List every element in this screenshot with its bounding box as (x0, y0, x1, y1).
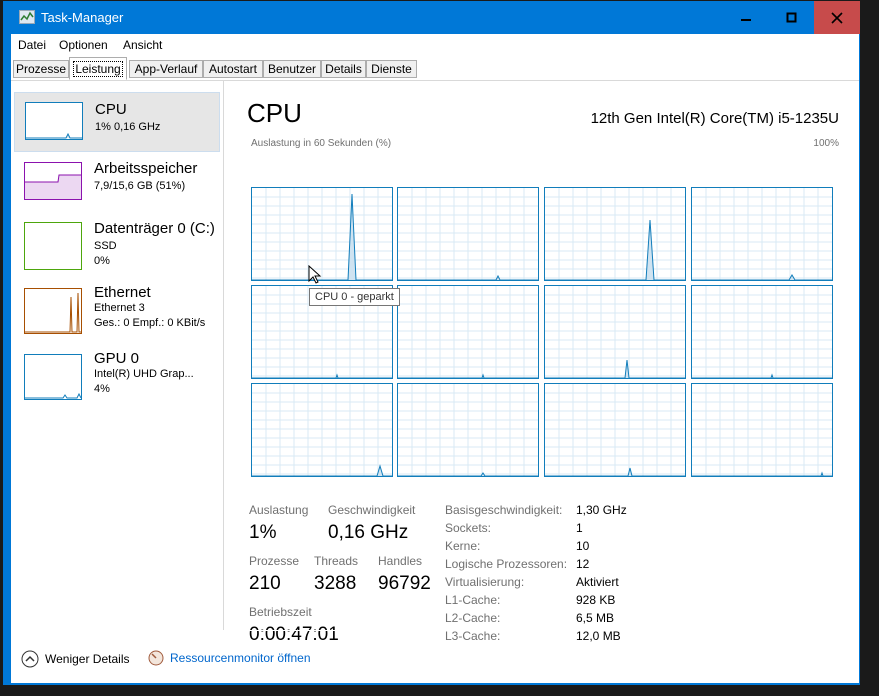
info-value: 10 (576, 539, 590, 553)
sidebar-item-cpu[interactable]: CPU 1% 0,16 GHz (14, 92, 220, 152)
sidebar-item-detail: 7,9/15,6 GB (51%) (94, 180, 186, 192)
sidebar-item-memory[interactable]: Arbeitsspeicher 7,9/15,6 GB (51%) (14, 152, 220, 212)
cpu-core-graph[interactable] (397, 187, 539, 281)
info-value: 6,5 MB (576, 611, 615, 625)
sidebar-item-name: GPU 0 (94, 350, 140, 367)
title-bar[interactable]: Task-Manager (3, 1, 860, 34)
cpu-core-graph[interactable] (251, 187, 393, 281)
cpu-thumbnail (25, 102, 83, 140)
cpu-core-graph[interactable] (251, 383, 393, 477)
close-icon (831, 11, 843, 24)
cpu-tooltip: CPU 0 - geparkt (309, 288, 400, 306)
tab-leistung[interactable]: Leistung (69, 57, 127, 80)
page-title: CPU (247, 98, 302, 128)
resource-monitor-icon (148, 650, 164, 666)
uptime-label: Betriebszeit (249, 605, 312, 619)
cpu-core-graph[interactable] (544, 383, 686, 477)
menu-ansicht[interactable]: Ansicht (123, 38, 162, 52)
info-label: Kerne: (445, 539, 481, 553)
info-label: L2-Cache: (445, 611, 501, 625)
cpu-model-name: 12th Gen Intel(R) Core(TM) i5-1235U (590, 110, 839, 127)
cpu-core-graph[interactable] (397, 383, 539, 477)
footer-bar: Weniger Details Ressourcenmonitor öffnen (11, 630, 859, 684)
tab-bar: Prozesse Leistung App-Verlauf Autostart … (11, 56, 859, 81)
info-label: Logische Prozessoren: (445, 557, 568, 571)
sidebar-item-name: Datenträger 0 (C:) (94, 220, 215, 237)
cpu-core-graph[interactable] (691, 285, 833, 379)
sidebar-item-disk[interactable]: Datenträger 0 (C:) SSD 0% (14, 212, 220, 272)
sidebar-item-name: CPU (95, 101, 127, 118)
resource-sidebar: CPU 1% 0,16 GHz Arbeitsspeicher 7,9/15,6… (11, 80, 224, 630)
menu-bar: Datei Optionen Ansicht (11, 34, 859, 56)
tab-benutzer[interactable]: Benutzer (263, 60, 321, 78)
mouse-cursor-icon (308, 265, 322, 284)
maximize-button[interactable] (769, 1, 815, 34)
utilization-value: 1% (249, 522, 277, 543)
processes-value: 210 (249, 573, 281, 594)
info-value: 12 (576, 557, 590, 571)
threads-label: Threads (314, 554, 359, 568)
tab-app-verlauf[interactable]: App-Verlauf (129, 60, 203, 78)
handles-value: 96792 (378, 573, 431, 594)
gpu-thumbnail (24, 354, 82, 400)
speed-label: Geschwindigkeit (328, 503, 416, 517)
cpu-core-graph[interactable] (544, 187, 686, 281)
menu-datei[interactable]: Datei (18, 38, 46, 52)
graph-max-label: 100% (813, 138, 839, 149)
sidebar-item-gpu[interactable]: GPU 0 Intel(R) UHD Grap... 4% (14, 344, 220, 404)
close-button[interactable] (814, 1, 860, 34)
cpu-core-graph[interactable] (691, 383, 833, 477)
utilization-label: Auslastung (249, 503, 309, 517)
sidebar-item-detail: Ethernet 3 (94, 302, 145, 314)
handles-label: Handles (378, 554, 423, 568)
sidebar-item-detail: Intel(R) UHD Grap... (94, 368, 194, 380)
sidebar-item-detail: SSD (94, 240, 117, 252)
threads-value: 3288 (314, 573, 357, 594)
task-manager-icon (19, 10, 35, 24)
cpu-detail-panel: CPU 12th Gen Intel(R) Core(TM) i5-1235U … (247, 80, 847, 645)
ethernet-thumbnail (24, 288, 82, 334)
info-label: L1-Cache: (445, 593, 501, 607)
cpu-core-graph[interactable] (691, 187, 833, 281)
info-value: Aktiviert (576, 575, 619, 589)
fewer-details-label: Weniger Details (45, 652, 130, 666)
info-label: Sockets: (445, 521, 492, 535)
tab-details[interactable]: Details (321, 60, 366, 78)
sidebar-item-name: Ethernet (94, 284, 151, 301)
sidebar-item-subdetail: 0% (94, 255, 110, 267)
maximize-icon (786, 12, 797, 22)
task-manager-window: Task-Manager Datei Optionen Ansicht Proz… (3, 1, 860, 685)
menu-optionen[interactable]: Optionen (59, 38, 108, 52)
fewer-details-button[interactable]: Weniger Details (21, 650, 129, 668)
minimize-icon (741, 18, 751, 21)
cpu-core-graph[interactable] (544, 285, 686, 379)
info-label: Virtualisierung: (445, 575, 525, 589)
tab-prozesse[interactable]: Prozesse (13, 60, 69, 78)
tab-dienste[interactable]: Dienste (366, 60, 417, 78)
disk-thumbnail (24, 222, 82, 270)
info-label: Basisgeschwindigkeit: (445, 503, 563, 517)
sidebar-item-subdetail: Ges.: 0 Empf.: 0 KBit/s (94, 317, 206, 329)
memory-thumbnail (24, 162, 82, 200)
tab-autostart[interactable]: Autostart (203, 60, 263, 78)
chevron-up-icon (21, 650, 39, 668)
sidebar-item-name: Arbeitsspeicher (94, 160, 198, 177)
processes-label: Prozesse (249, 554, 300, 568)
resource-monitor-label: Ressourcenmonitor öffnen (170, 651, 311, 665)
info-value: 928 KB (576, 593, 616, 607)
resource-monitor-link[interactable]: Ressourcenmonitor öffnen (148, 650, 311, 666)
window-client: Datei Optionen Ansicht Prozesse Leistung… (11, 34, 859, 683)
sidebar-item-subdetail: 4% (94, 383, 110, 395)
speed-value: 0,16 GHz (328, 522, 409, 543)
info-value: 1 (576, 521, 583, 535)
window-title: Task-Manager (41, 10, 124, 25)
cpu-core-graph[interactable] (397, 285, 539, 379)
sidebar-item-ethernet[interactable]: Ethernet Ethernet 3 Ges.: 0 Empf.: 0 KBi… (14, 278, 220, 338)
info-value: 1,30 GHz (576, 503, 627, 517)
graph-caption: Auslastung in 60 Sekunden (%) (251, 138, 392, 149)
sidebar-item-detail: 1% 0,16 GHz (95, 121, 161, 133)
minimize-button[interactable] (723, 1, 769, 34)
